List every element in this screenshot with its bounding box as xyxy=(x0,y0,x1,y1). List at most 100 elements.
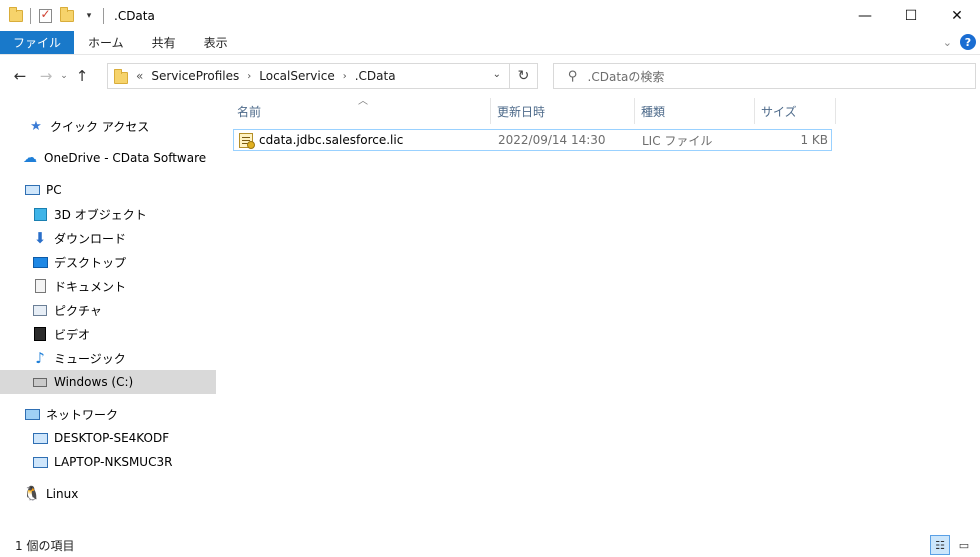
sidebar-item-windows-c[interactable]: Windows (C:) xyxy=(0,370,216,394)
sidebar-item-documents[interactable]: ドキュメント xyxy=(0,274,216,298)
refresh-button[interactable]: ↻ xyxy=(510,63,538,89)
chevron-right-icon[interactable]: › xyxy=(343,71,347,82)
maximize-button[interactable]: ☐ xyxy=(888,0,934,31)
sidebar-item-label: デスクトップ xyxy=(54,255,127,270)
download-icon: ⬇ xyxy=(33,229,47,247)
sidebar-item-label: ビデオ xyxy=(54,327,91,342)
chevron-right-icon[interactable]: › xyxy=(247,71,251,82)
cloud-icon: ☁ xyxy=(23,150,37,166)
cube-icon xyxy=(32,206,48,222)
minimize-button[interactable]: — xyxy=(842,0,888,31)
sidebar-item-laptop-nksmuc3r[interactable]: LAPTOP-NKSMUC3R xyxy=(0,450,216,474)
ribbon-tabs: ファイル ホーム 共有 表示 ⌄ ? xyxy=(0,31,980,55)
tab-home[interactable]: ホーム xyxy=(74,31,138,54)
window-controls: — ☐ ✕ xyxy=(842,0,980,31)
address-bar[interactable]: « ServiceProfiles › LocalService › .CDat… xyxy=(107,63,510,89)
item-count: 1 個の項目 xyxy=(15,538,75,553)
tab-view[interactable]: 表示 xyxy=(190,31,242,54)
sidebar-item-linux[interactable]: 🐧 Linux xyxy=(0,482,216,506)
sidebar-item-pictures[interactable]: ピクチャ xyxy=(0,298,216,322)
title-bar: ▾ .CData — ☐ ✕ xyxy=(0,0,980,31)
sidebar-item-videos[interactable]: ビデオ xyxy=(0,322,216,346)
breadcrumb-overflow[interactable]: « xyxy=(136,69,143,83)
chevron-down-icon[interactable]: ⌄ xyxy=(493,69,501,80)
search-box[interactable]: ⚲ .CDataの検索 xyxy=(553,63,976,89)
breadcrumb-item[interactable]: .CData xyxy=(355,69,396,83)
sidebar-item-label: 3D オブジェクト xyxy=(54,207,147,222)
sidebar-item-label: LAPTOP-NKSMUC3R xyxy=(54,455,173,469)
properties-icon[interactable] xyxy=(37,7,53,24)
search-icon: ⚲ xyxy=(568,68,578,84)
sidebar-item-3d-objects[interactable]: 3D オブジェクト xyxy=(0,202,216,226)
file-size: 1 KB xyxy=(800,133,828,147)
recent-locations-button[interactable]: ⌄ xyxy=(57,65,71,87)
quick-access-toolbar: ▾ .CData xyxy=(0,0,155,31)
sidebar-item-label: OneDrive - CData Software xyxy=(44,151,207,165)
sidebar-item-label: Windows (C:) xyxy=(54,375,134,389)
license-file-icon xyxy=(239,132,255,149)
monitor-icon xyxy=(32,454,48,470)
sidebar-item-quick-access[interactable]: ★ クイック アクセス xyxy=(0,114,216,138)
close-button[interactable]: ✕ xyxy=(934,0,980,31)
sidebar-item-pc[interactable]: PC xyxy=(0,178,216,202)
file-name: cdata.jdbc.salesforce.lic xyxy=(259,133,404,147)
sidebar-item-desktop-se4kodf[interactable]: DESKTOP-SE4KODF xyxy=(0,426,216,450)
column-header-modified[interactable]: 更新日時 xyxy=(492,98,635,124)
navigation-bar: ← → ⌄ ↑ « ServiceProfiles › LocalService… xyxy=(0,60,980,92)
breadcrumb-item[interactable]: ServiceProfiles xyxy=(151,69,239,83)
status-bar: 1 個の項目 ☷ ▭ xyxy=(0,533,980,557)
picture-icon xyxy=(32,302,48,318)
file-type: LIC ファイル xyxy=(642,133,713,148)
large-icons-view-icon[interactable]: ▭ xyxy=(954,535,974,555)
sidebar-item-label: ドキュメント xyxy=(54,279,127,294)
sidebar-item-label: Linux xyxy=(46,487,79,501)
column-header-type[interactable]: 種類 xyxy=(636,98,755,124)
sidebar-item-network[interactable]: ネットワーク xyxy=(0,402,216,426)
breadcrumb-item[interactable]: LocalService xyxy=(259,69,334,83)
expand-ribbon-icon[interactable]: ⌄ xyxy=(943,36,952,49)
penguin-icon: 🐧 xyxy=(23,486,41,502)
search-input[interactable]: .CDataの検索 xyxy=(588,68,665,85)
monitor-icon xyxy=(32,430,48,446)
video-icon xyxy=(32,326,48,342)
sidebar-item-label: ピクチャ xyxy=(54,303,102,318)
sidebar-item-downloads[interactable]: ⬇ ダウンロード xyxy=(0,226,216,250)
window-title: .CData xyxy=(114,8,155,23)
back-button[interactable]: ← xyxy=(9,65,31,87)
help-icon[interactable]: ? xyxy=(960,34,976,50)
details-view-icon[interactable]: ☷ xyxy=(930,535,950,555)
table-row[interactable]: cdata.jdbc.salesforce.lic 2022/09/14 14:… xyxy=(233,129,832,151)
divider xyxy=(103,7,104,24)
sidebar-item-label: ミュージック xyxy=(54,351,126,366)
computer-icon xyxy=(24,182,40,198)
sidebar-item-label: ダウンロード xyxy=(54,231,127,246)
network-icon xyxy=(24,406,40,422)
drive-icon xyxy=(32,374,48,390)
document-icon xyxy=(32,278,48,294)
forward-button[interactable]: → xyxy=(35,65,57,87)
column-header-name[interactable]: 名前 xyxy=(232,98,491,124)
desktop-icon xyxy=(32,254,48,270)
sidebar-item-onedrive[interactable]: ☁ OneDrive - CData Software xyxy=(0,146,216,170)
sidebar-item-desktop[interactable]: デスクトップ xyxy=(0,250,216,274)
sidebar-item-label: クイック アクセス xyxy=(50,119,150,134)
sidebar-item-label: ネットワーク xyxy=(46,407,119,422)
new-folder-icon[interactable] xyxy=(59,6,75,24)
column-header-size[interactable]: サイズ xyxy=(756,98,836,124)
file-modified: 2022/09/14 14:30 xyxy=(498,133,606,147)
up-button[interactable]: ↑ xyxy=(71,65,93,87)
file-name-cell[interactable]: cdata.jdbc.salesforce.lic xyxy=(239,130,494,150)
ribbon-right: ⌄ ? xyxy=(943,34,976,50)
sidebar-item-label: DESKTOP-SE4KODF xyxy=(54,431,170,445)
folder-icon xyxy=(114,68,128,84)
music-icon: ♪ xyxy=(35,349,45,367)
sidebar-item-music[interactable]: ♪ ミュージック xyxy=(0,346,216,370)
tab-file[interactable]: ファイル xyxy=(0,31,75,54)
navigation-pane: ★ クイック アクセス ☁ OneDrive - CData Software … xyxy=(0,100,216,520)
folder-icon xyxy=(8,6,24,24)
sidebar-item-label: PC xyxy=(46,183,62,197)
tab-share[interactable]: 共有 xyxy=(138,31,190,54)
customize-toolbar-icon[interactable]: ▾ xyxy=(81,8,97,24)
view-switcher: ☷ ▭ xyxy=(930,535,974,555)
divider xyxy=(30,7,31,24)
